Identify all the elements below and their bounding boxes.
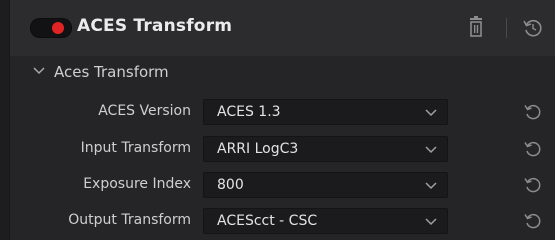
- node-title: ACES Transform: [77, 16, 233, 36]
- exposure-index-dropdown[interactable]: 800: [203, 172, 448, 198]
- output-transform-label: Output Transform: [68, 212, 191, 228]
- chevron-down-icon[interactable]: [32, 64, 46, 78]
- aces-version-value: ACES 1.3: [217, 104, 281, 120]
- exposure-index-label: Exposure Index: [83, 176, 191, 192]
- enable-indicator: [52, 22, 64, 34]
- aces-version-label: ACES Version: [98, 103, 191, 119]
- aces-transform-panel: ACES Transform Aces Transform ACES Versi…: [9, 0, 555, 240]
- reset-all-icon[interactable]: [522, 17, 544, 39]
- output-transform-value: ACEScct - CSC: [217, 213, 318, 229]
- section-title[interactable]: Aces Transform: [54, 63, 169, 81]
- enable-toggle[interactable]: [30, 18, 72, 38]
- reset-icon[interactable]: [523, 102, 543, 122]
- chevron-down-icon: [425, 182, 437, 190]
- header-divider: [506, 18, 507, 38]
- chevron-down-icon: [425, 146, 437, 154]
- output-transform-dropdown[interactable]: ACEScct - CSC: [203, 208, 448, 234]
- input-transform-value: ARRI LogC3: [217, 141, 299, 157]
- exposure-index-value: 800: [217, 177, 244, 193]
- reset-icon[interactable]: [523, 175, 543, 195]
- input-transform-dropdown[interactable]: ARRI LogC3: [203, 136, 448, 162]
- aces-version-dropdown[interactable]: ACES 1.3: [203, 99, 448, 125]
- node-header: ACES Transform: [10, 0, 555, 57]
- reset-icon[interactable]: [523, 139, 543, 159]
- chevron-down-icon: [425, 218, 437, 226]
- chevron-down-icon: [425, 109, 437, 117]
- trash-icon[interactable]: [467, 16, 485, 38]
- reset-icon[interactable]: [523, 211, 543, 231]
- input-transform-label: Input Transform: [80, 140, 191, 156]
